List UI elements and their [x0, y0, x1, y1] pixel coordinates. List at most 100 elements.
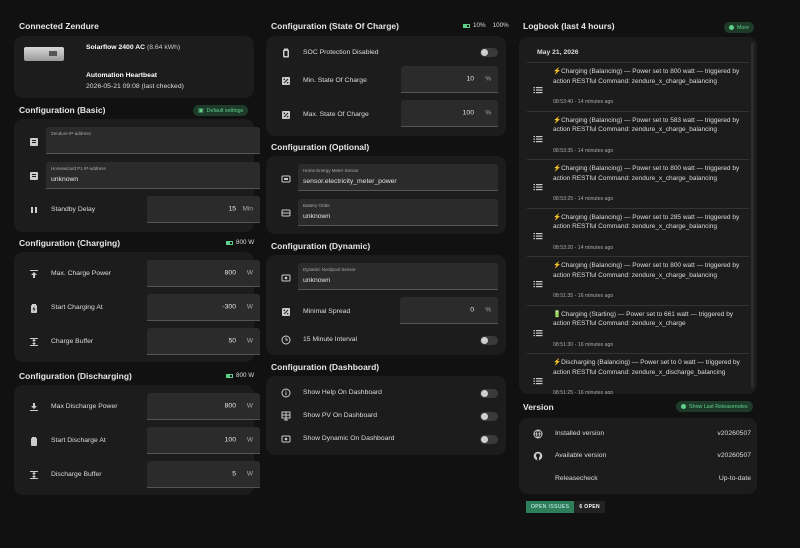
- nordpool-icon: [281, 273, 291, 283]
- log-entry[interactable]: ⚡Charging (Balancing) — Power set to 285…: [527, 207, 749, 257]
- clock-icon: [281, 335, 291, 345]
- standby-input[interactable]: 15 Min: [147, 196, 260, 223]
- open-issues-badge[interactable]: OPEN ISSUES 6 OPEN: [526, 501, 606, 513]
- show-pv-toggle[interactable]: [480, 412, 498, 421]
- log-entry[interactable]: ⚡Charging (Balancing) — Power set to 583…: [527, 110, 749, 160]
- more-icon: [729, 25, 734, 30]
- solar-panel-icon: [281, 411, 291, 421]
- basic-title: Configuration (Basic): [19, 105, 106, 115]
- show-help-label: Show Help On Dashboard: [303, 389, 382, 396]
- battery-icon: [29, 436, 39, 446]
- buffer-icon: [29, 470, 39, 480]
- start-discharge-input[interactable]: 100 W: [147, 427, 260, 454]
- battery-order-field[interactable]: Battery Order unknown: [298, 199, 498, 226]
- log-entry-time: 08:53:20 - 14 minutes ago: [553, 244, 614, 251]
- dynamic-card: Dynamic Nordpool Sensor unknown Minimal …: [266, 255, 506, 355]
- battery-order-icon: [281, 208, 291, 218]
- github-icon: [533, 451, 543, 461]
- max-soc-input[interactable]: 100%: [401, 100, 498, 127]
- releasecheck-label: Releasecheck: [555, 475, 598, 482]
- log-entry-text: 🔋Charging (Starting) — Power set to 661 …: [553, 310, 734, 328]
- battery-protect-icon: [281, 48, 291, 58]
- p1-ip-field[interactable]: Homewizard P1 IP-address unknown: [46, 162, 260, 189]
- device-image: [24, 47, 64, 61]
- discharging-card: Max Discharge Power 800 W Start Discharge…: [14, 385, 260, 495]
- log-entry[interactable]: ⚡Discharging (Balancing) — Power set to …: [527, 353, 749, 394]
- meter-icon: [281, 174, 291, 184]
- show-dynamic-label: Show Dynamic On Dashboard: [303, 435, 395, 442]
- globe-icon: [533, 429, 543, 439]
- soc-title: Configuration (State Of Charge): [271, 21, 399, 31]
- connected-card: Solarflow 2400 AC (8.64 kWh) Automation …: [14, 36, 254, 98]
- battery-charging-icon: [29, 303, 39, 313]
- log-entry-text: ⚡Charging (Balancing) — Power set to 800…: [553, 68, 740, 85]
- installed-label: Installed version: [555, 430, 605, 437]
- device-info: Solarflow 2400 AC (8.64 kWh): [86, 44, 181, 51]
- spread-input[interactable]: 0%: [400, 297, 498, 324]
- log-entry-text: ⚡Discharging (Balancing) — Power set to …: [553, 359, 740, 376]
- max-discharge-input[interactable]: 800 W: [147, 393, 260, 420]
- log-entry-text: ⚡Charging (Balancing) — Power set to 800…: [553, 262, 740, 279]
- optional-card: Home Energy Meter Sensor sensor.electric…: [266, 156, 506, 234]
- interval-toggle[interactable]: [480, 336, 498, 345]
- basic-card: Zendure IP-address Homewizard P1 IP-addr…: [14, 119, 260, 232]
- min-soc-label: Min. State Of Charge: [303, 77, 367, 84]
- log-entry-text: ⚡Charging (Balancing) — Power set to 583…: [553, 116, 740, 134]
- start-charging-input[interactable]: -300 W: [147, 294, 260, 321]
- standby-label: Standby Delay: [51, 206, 96, 213]
- nordpool-field[interactable]: Dynamic Nordpool Sensor unknown: [298, 263, 498, 290]
- log-entry-time: 08:51:30 - 16 minutes ago: [553, 341, 614, 348]
- show-dynamic-toggle[interactable]: [480, 435, 498, 444]
- heartbeat-label: Automation Heartbeat: [86, 72, 157, 79]
- connected-title: Connected Zendure: [19, 21, 99, 31]
- available-value: v20260507: [717, 452, 751, 459]
- log-entry-time: 08:53:35 - 14 minutes ago: [553, 147, 614, 154]
- log-entry-text: ⚡Charging (Balancing) — Power set to 800…: [553, 165, 740, 182]
- heartbeat-value: 2026-05-21 09:08 (last checked): [86, 83, 184, 90]
- buffer-icon: [29, 337, 39, 347]
- energy-meter-field[interactable]: Home Energy Meter Sensor sensor.electric…: [298, 164, 498, 191]
- zendure-ip-field[interactable]: Zendure IP-address: [46, 127, 260, 154]
- default-settings-button[interactable]: ▣ Default settings: [193, 105, 249, 116]
- log-entry[interactable]: ⚡Charging (Balancing) — Power set to 800…: [527, 256, 749, 305]
- charge-buffer-label: Charge Buffer: [51, 338, 94, 345]
- log-entry[interactable]: ⚡Charging (Balancing) — Power set to 800…: [527, 62, 749, 111]
- more-button[interactable]: More: [724, 22, 755, 33]
- show-help-toggle[interactable]: [480, 389, 498, 398]
- soc-card: SOC Protection Disabled Min. State Of Ch…: [266, 36, 506, 136]
- percent-icon: [281, 76, 291, 86]
- max-discharge-label: Max Discharge Power: [51, 403, 118, 410]
- discharge-buffer-input[interactable]: 5W: [147, 461, 260, 488]
- max-charge-input[interactable]: 800 W: [147, 260, 260, 287]
- max-soc-label: Max. State Of Charge: [303, 111, 369, 118]
- releasenotes-icon: [681, 404, 686, 409]
- discharging-stat: 800 W: [226, 372, 254, 379]
- list-icon: [533, 231, 543, 241]
- log-entry-time: 08:51:35 - 16 minutes ago: [553, 293, 614, 299]
- installed-value: v20260507: [717, 430, 751, 437]
- list-icon: [533, 85, 543, 95]
- dashboard-title: Configuration (Dashboard): [271, 362, 380, 372]
- releasecheck-value: Up-to-date: [718, 475, 751, 482]
- show-releasenotes-button[interactable]: Show Last Releasenotes: [676, 401, 753, 412]
- spread-label: Minimal Spread: [303, 308, 351, 315]
- settings-icon: ▣: [198, 108, 204, 114]
- version-card: Installed version v20260507 Available ve…: [519, 418, 757, 494]
- dynamic-title: Configuration (Dynamic): [271, 241, 371, 251]
- list-icon: [533, 182, 543, 192]
- start-discharge-label: Start Discharge At: [51, 437, 106, 444]
- dashboard-card: Show Help On Dashboard Show PV On Dashbo…: [266, 376, 506, 455]
- log-entry[interactable]: 🔋Charging (Starting) — Power set to 661 …: [527, 304, 749, 354]
- info-icon: [281, 388, 291, 398]
- charge-buffer-input[interactable]: 50 W: [147, 328, 260, 355]
- min-soc-input[interactable]: 10%: [401, 66, 498, 93]
- logbook-scrollbar[interactable]: [751, 43, 754, 388]
- soc-protection-toggle[interactable]: [480, 48, 498, 57]
- list-icon: [533, 328, 543, 338]
- log-entry-time: 08:53:40 - 14 minutes ago: [553, 99, 614, 105]
- charging-card: Max. Charge Power 800 W Start Charging At…: [14, 252, 260, 362]
- charge-up-icon: [29, 269, 39, 279]
- optional-title: Configuration (Optional): [271, 142, 370, 152]
- log-entry[interactable]: ⚡Charging (Balancing) — Power set to 800…: [527, 159, 749, 208]
- open-issues-label: OPEN ISSUES: [526, 501, 575, 513]
